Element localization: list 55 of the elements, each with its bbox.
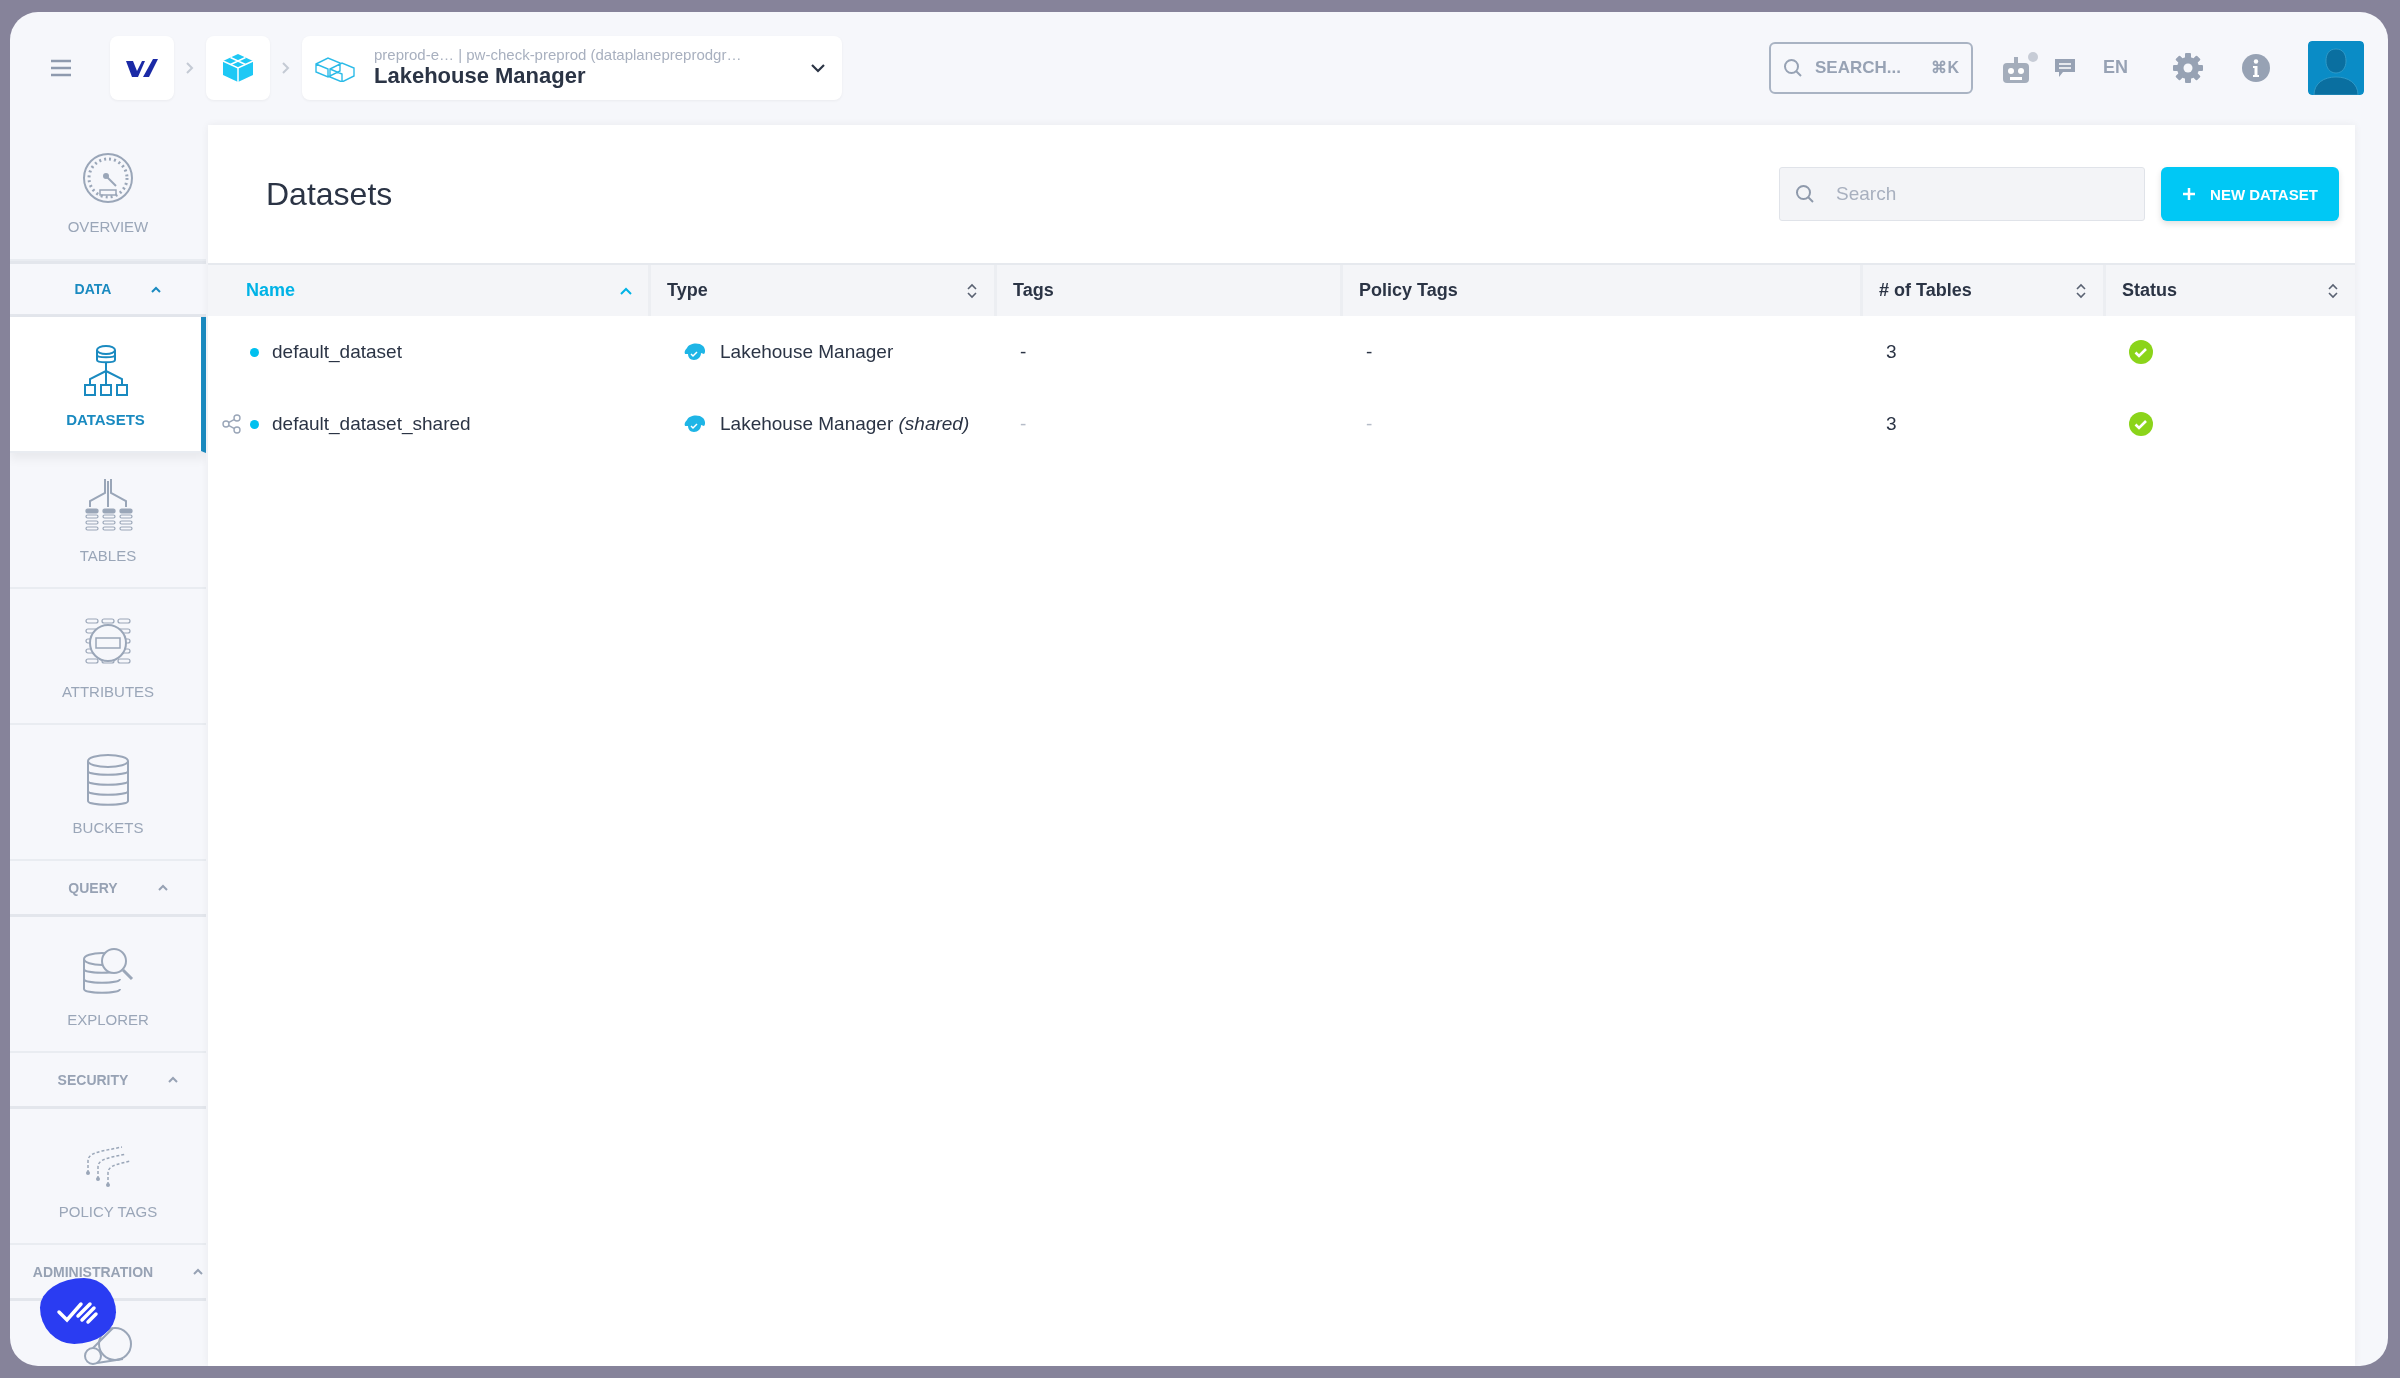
sort-icon[interactable]: [966, 282, 978, 299]
breadcrumb-selector[interactable]: preprod-e… | pw-check-preprod (dataplanepreprodgr… Lakehouse Manager: [302, 35, 842, 100]
chevron-right-icon: [185, 60, 195, 75]
nav-item[interactable]: TABLES: [10, 453, 206, 589]
search-field[interactable]: Search: [1779, 167, 2145, 221]
language-switcher[interactable]: EN: [2103, 57, 2128, 78]
menu-icon[interactable]: [50, 58, 72, 77]
column-header[interactable]: Status: [2103, 265, 2355, 316]
sort-icon[interactable]: [2327, 282, 2339, 299]
chevron-down-icon: [810, 62, 826, 73]
mascot-icon: [684, 342, 706, 362]
cubes-icon: [221, 52, 255, 83]
search-icon: [1783, 57, 1803, 78]
settings-icon[interactable]: [2172, 51, 2204, 84]
chevron-right-icon: [281, 60, 291, 75]
column-header[interactable]: Name: [208, 265, 648, 316]
new-dataset-button[interactable]: NEW DATASET: [2161, 167, 2339, 221]
caret-up-icon: [168, 1076, 179, 1083]
breadcrumb-title: Lakehouse Manager: [374, 63, 587, 89]
logo-tile[interactable]: [110, 35, 174, 100]
logo-icon: [125, 56, 159, 79]
type-cell: Lakehouse Manager (shared): [720, 413, 970, 435]
table-cell-text: -: [1019, 340, 1028, 364]
nav-item[interactable]: ATTRIBUTES: [10, 589, 206, 725]
sort-icon[interactable]: [2075, 282, 2087, 299]
column-header[interactable]: Type: [648, 265, 994, 316]
cubes-tile[interactable]: [206, 35, 270, 100]
column-header[interactable]: Policy Tags: [1340, 265, 1860, 316]
column-header[interactable]: # of Tables: [1860, 265, 2103, 316]
status-dot: [250, 347, 259, 357]
nav-icon: [84, 1327, 132, 1365]
column-header[interactable]: Tags: [994, 265, 1340, 316]
dataset-name[interactable]: default_dataset: [272, 341, 402, 363]
type-cell: Lakehouse Manager: [720, 341, 894, 363]
plus-icon: [2182, 187, 2197, 201]
table-cell-text: 3: [1885, 340, 1898, 364]
status-dot: [250, 419, 259, 429]
table-cell-text: 3: [1885, 412, 1898, 436]
section-header[interactable]: DATA: [10, 261, 206, 317]
table-cell-text: -: [1365, 340, 1374, 364]
mascot-icon: [684, 414, 706, 434]
info-icon[interactable]: [2242, 53, 2270, 82]
search-icon: [1795, 184, 1815, 204]
shortcut-hint: ⌘K: [1931, 58, 1959, 77]
caret-up-icon: [193, 1268, 204, 1275]
table-cell-text: -: [1365, 412, 1374, 436]
page-title: Datasets: [266, 175, 394, 213]
caret-up-icon: [151, 285, 162, 293]
global-search-button[interactable]: SEARCH... ⌘K: [1769, 41, 1973, 94]
nav-item[interactable]: DATASETS: [10, 317, 206, 453]
dataset-name[interactable]: default_dataset_shared: [272, 413, 471, 435]
caret-up-icon: [157, 884, 168, 891]
breadcrumb-context: preprod-e… | pw-check-preprod (dataplanepreprodgr…: [374, 46, 743, 63]
table-cell-text: -: [1019, 412, 1028, 436]
avatar[interactable]: [2308, 40, 2364, 95]
